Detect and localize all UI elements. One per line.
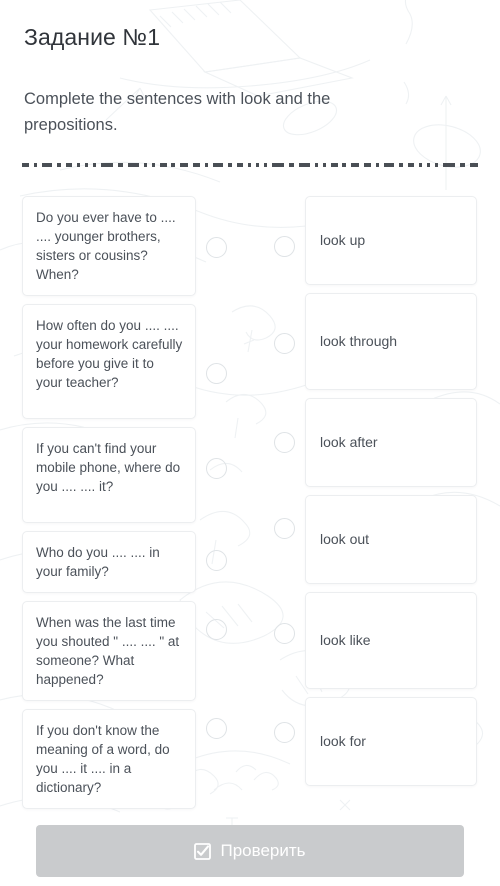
- question-card[interactable]: If you don't know the meaning of a word,…: [22, 709, 196, 809]
- question-connector-dot[interactable]: [206, 458, 227, 479]
- option-connector-dot[interactable]: [274, 518, 295, 539]
- option-connector-dot[interactable]: [274, 623, 295, 644]
- task-page: Задание №1 Complete the sentences with l…: [0, 0, 500, 886]
- option-column: look up look through look after look out…: [305, 196, 477, 794]
- question-connector-dot[interactable]: [206, 363, 227, 384]
- question-connector-dot[interactable]: [206, 619, 227, 640]
- question-card[interactable]: If you can't find your mobile phone, whe…: [22, 427, 196, 523]
- option-card[interactable]: look through: [305, 293, 477, 390]
- check-answer-label: Проверить: [220, 841, 306, 860]
- option-card[interactable]: look for: [305, 697, 477, 786]
- check-answer-button[interactable]: Проверить: [36, 825, 464, 877]
- question-column: Do you ever have to .... .... younger br…: [22, 196, 196, 817]
- question-connector-dot[interactable]: [206, 237, 227, 258]
- section-divider: [22, 162, 478, 168]
- question-card[interactable]: When was the last time you shouted " ...…: [22, 601, 196, 701]
- question-card[interactable]: Do you ever have to .... .... younger br…: [22, 196, 196, 296]
- option-card[interactable]: look like: [305, 592, 477, 689]
- footer-bar: Проверить: [0, 810, 500, 886]
- option-card[interactable]: look out: [305, 495, 477, 584]
- task-instruction: Complete the sentences with look and the…: [24, 90, 331, 134]
- option-label: look like: [320, 632, 371, 648]
- question-connector-dot[interactable]: [206, 718, 227, 739]
- dashed-rule-icon: [22, 163, 478, 167]
- matching-board: Do you ever have to .... .... younger br…: [0, 196, 500, 809]
- question-connector-dot[interactable]: [206, 550, 227, 571]
- option-label: look up: [320, 232, 366, 248]
- checkbox-checked-icon: [194, 842, 212, 860]
- page-title: Задание №1: [24, 24, 161, 50]
- option-label: look after: [320, 434, 378, 450]
- option-label: look through: [320, 333, 398, 349]
- option-connector-dot[interactable]: [274, 722, 295, 743]
- option-connector-dot[interactable]: [274, 236, 295, 257]
- option-label: look for: [320, 733, 366, 749]
- question-card[interactable]: Who do you .... .... in your family?: [22, 531, 196, 593]
- option-card[interactable]: look after: [305, 398, 477, 487]
- option-connector-dot[interactable]: [274, 333, 295, 354]
- option-label: look out: [320, 531, 370, 547]
- option-connector-dot[interactable]: [274, 432, 295, 453]
- option-card[interactable]: look up: [305, 196, 477, 285]
- question-card[interactable]: How often do you .... .... your homework…: [22, 304, 196, 419]
